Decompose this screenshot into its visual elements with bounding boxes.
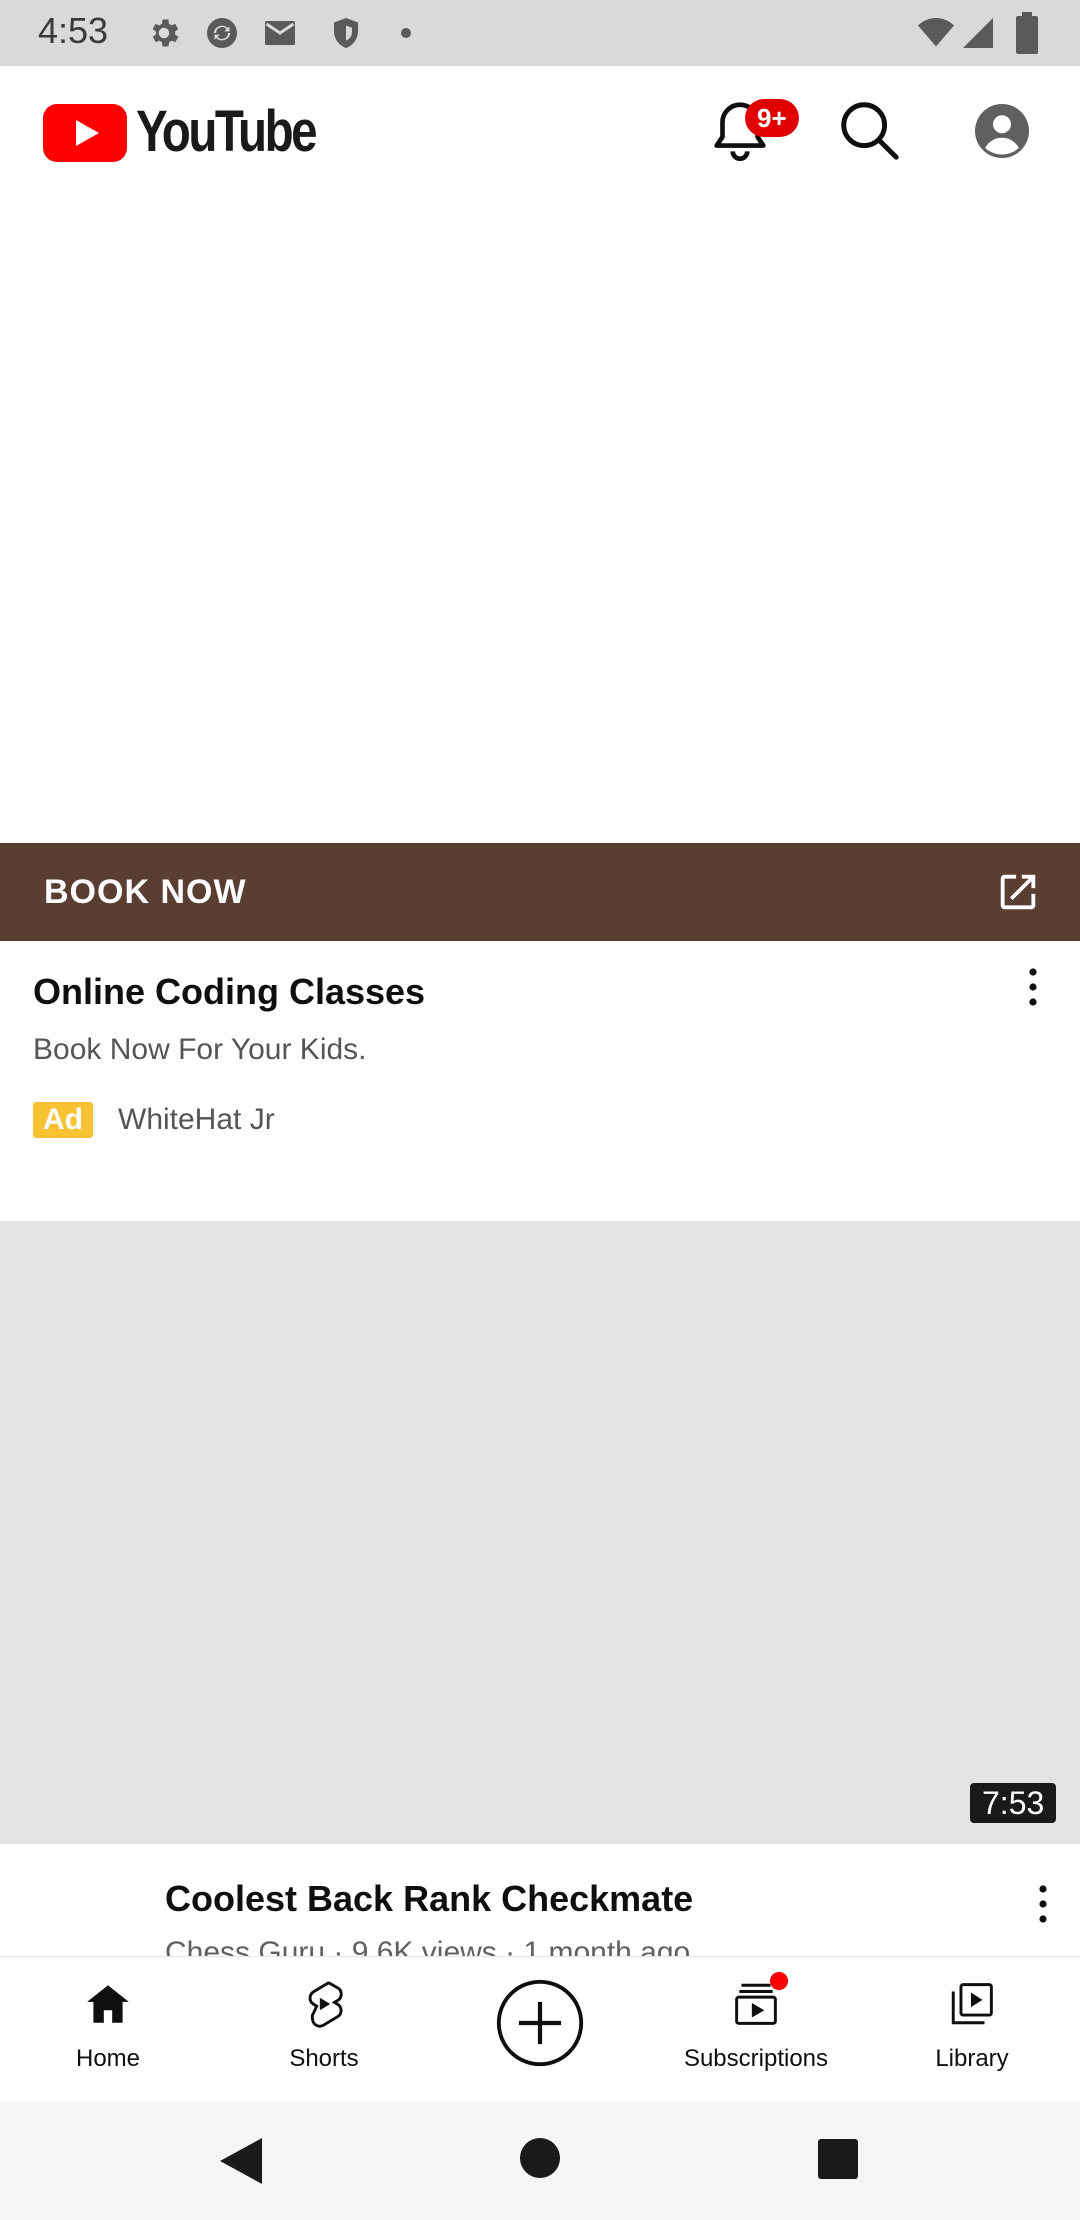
battery-icon — [1016, 12, 1038, 54]
nav-subscriptions-label: Subscriptions — [683, 2045, 829, 2072]
shorts-icon — [308, 1981, 343, 2028]
nav-create[interactable] — [432, 1957, 648, 2103]
nav-home[interactable]: Home — [0, 1957, 216, 2103]
ad-description: Book Now For Your Kids. — [33, 1033, 367, 1066]
video-more-options-icon[interactable] — [1038, 1884, 1048, 1924]
video-duration: 7:53 — [970, 1783, 1057, 1823]
app-bar: YouTube 9+ — [0, 66, 1080, 196]
home-icon — [87, 1985, 129, 2023]
youtube-logo-text: YouTube — [136, 99, 318, 164]
library-icon — [951, 1983, 993, 2025]
nav-shorts[interactable]: Shorts — [216, 1957, 432, 2103]
nav-library[interactable]: Library — [864, 1957, 1080, 2103]
create-icon — [496, 1979, 584, 2067]
status-bar: 4:53 — [0, 0, 1080, 66]
video-details[interactable]: Coolest Back Rank Checkmate Chess Guru ·… — [0, 1844, 1080, 1956]
ad-advertiser: WhiteHat Jr — [118, 1103, 275, 1136]
search-icon[interactable] — [835, 96, 905, 166]
settings-icon — [152, 19, 179, 47]
nav-subscriptions[interactable]: Subscriptions — [648, 1957, 864, 2103]
video-meta: Chess Guru · 9.6K views · 1 month ago — [165, 1936, 691, 1956]
nav-home-label: Home — [75, 2045, 141, 2072]
ad-cta-label: BOOK NOW — [44, 873, 247, 911]
ad-cta-bar[interactable]: BOOK NOW — [0, 843, 1080, 941]
shield-icon — [334, 18, 358, 48]
ad-title: Online Coding Classes — [33, 971, 426, 1012]
open-external-icon — [1000, 874, 1036, 910]
back-icon[interactable] — [218, 2136, 264, 2186]
account-avatar-icon[interactable] — [975, 104, 1029, 158]
ad-badge: Ad — [33, 1102, 93, 1138]
new-content-dot-icon — [770, 1972, 788, 1990]
youtube-logo-icon[interactable] — [43, 104, 127, 162]
nav-library-label: Library — [935, 2045, 1009, 2072]
status-time: 4:53 — [38, 10, 109, 51]
home-button-icon[interactable] — [520, 2138, 560, 2178]
mail-icon — [265, 21, 295, 45]
nav-shorts-label: Shorts — [289, 2045, 359, 2072]
ad-media[interactable] — [0, 196, 1080, 843]
ad-info[interactable]: Online Coding Classes Book Now For Your … — [0, 941, 1080, 1221]
dot-icon — [401, 28, 411, 38]
signal-icon — [963, 18, 993, 48]
sync-app-icon — [207, 18, 237, 48]
video-thumbnail[interactable] — [0, 1221, 1080, 1844]
notification-badge: 9+ — [745, 99, 799, 137]
wifi-icon — [918, 18, 954, 47]
system-navigation-bar — [0, 2102, 1080, 2220]
recents-icon[interactable] — [818, 2139, 858, 2179]
ad-more-options-icon[interactable] — [1028, 967, 1038, 1007]
video-title: Coolest Back Rank Checkmate — [165, 1878, 694, 1919]
bottom-navigation: Home Shorts Subscriptions Library — [0, 1956, 1080, 2103]
